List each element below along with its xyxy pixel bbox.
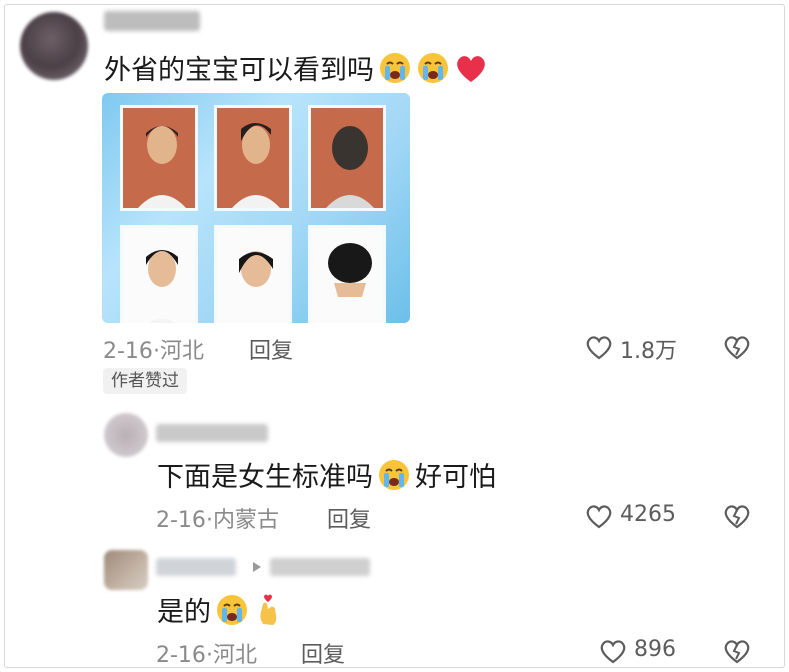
username-blurred[interactable] [156, 558, 236, 576]
avatar[interactable] [20, 12, 88, 80]
comment-text: 下面是女生标准吗 好可怕 [157, 455, 496, 499]
like-count: 896 [634, 637, 676, 662]
comment-location: 河北 [159, 339, 204, 364]
meta-separator: · [152, 339, 160, 364]
broken-heart-icon[interactable] [722, 333, 752, 361]
like-count: 4265 [620, 502, 676, 527]
comment-location: 内蒙古 [212, 508, 279, 533]
reply-arrow-icon [253, 562, 261, 572]
comment-body: 下面是女生标准吗 [157, 462, 373, 493]
comment-date: 2-16 [156, 643, 206, 668]
haircut-illustration [138, 123, 374, 323]
comment-location: 河北 [212, 643, 257, 668]
broken-heart-icon[interactable] [722, 637, 752, 665]
red-heart-emoji [454, 51, 488, 92]
image-attachment[interactable] [102, 93, 410, 323]
meta-separator: · [205, 508, 213, 533]
finger-heart-emoji [253, 593, 283, 634]
comment-meta: 2-16·内蒙古 [156, 502, 279, 534]
crying-face-emoji [378, 51, 412, 92]
reply-button[interactable]: 回复 [327, 502, 371, 534]
heart-outline-icon[interactable] [598, 637, 628, 665]
reply-target-blurred[interactable] [270, 558, 370, 576]
broken-heart-icon[interactable] [722, 502, 752, 530]
comment-date: 2-16 [156, 508, 206, 533]
comment-body: 外省的宝宝可以看到吗 [104, 55, 374, 86]
heart-outline-icon[interactable] [584, 333, 614, 361]
crying-face-emoji [215, 593, 249, 634]
comment-meta: 2-16·河北 [156, 637, 257, 669]
crying-face-emoji [416, 51, 450, 92]
comment-meta: 2-16·河北 [103, 333, 204, 365]
like-count: 1.8万 [620, 339, 677, 364]
username-blurred[interactable] [156, 424, 268, 442]
comment-text: 外省的宝宝可以看到吗 [104, 48, 488, 92]
avatar[interactable] [104, 413, 148, 457]
comment-body-continued: 好可怕 [415, 462, 496, 493]
avatar[interactable] [104, 550, 148, 590]
crying-face-emoji [377, 458, 411, 499]
comment-body: 是的 [157, 597, 211, 628]
username-blurred[interactable] [104, 11, 200, 31]
meta-separator: · [205, 643, 213, 668]
reply-button[interactable]: 回复 [301, 637, 345, 669]
reply-button[interactable]: 回复 [249, 333, 293, 365]
comment-date: 2-16 [103, 339, 153, 364]
heart-outline-icon[interactable] [584, 502, 614, 530]
author-liked-badge: 作者赞过 [103, 368, 187, 394]
comment-text: 是的 [157, 590, 283, 634]
